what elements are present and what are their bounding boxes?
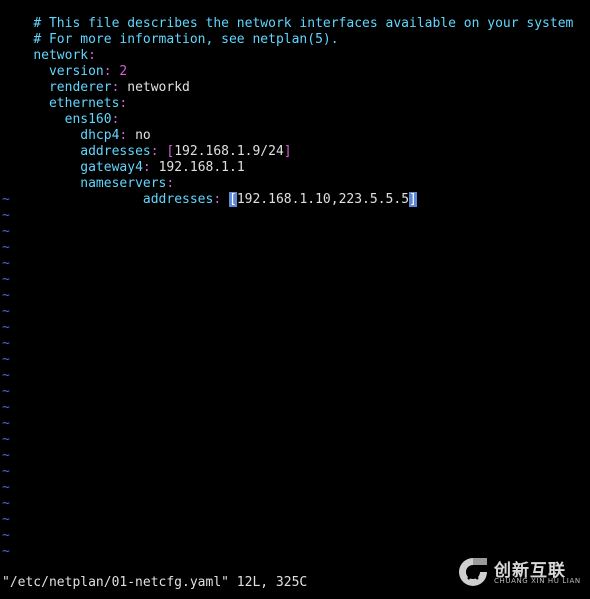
empty-line-tilde: ~ — [2, 272, 10, 287]
yaml-renderer-line: renderer: networkd — [2, 64, 190, 95]
empty-line-tilde: ~ — [2, 224, 10, 239]
yaml-dhcp4-line: dhcp4: no — [2, 112, 150, 143]
yaml-gateway4-line: gateway4: 192.168.1.1 — [2, 144, 244, 175]
ns-addresses-value: 192.168.1.10,223.5.5.5 — [236, 192, 410, 207]
empty-line-tilde: ~ — [2, 304, 10, 319]
empty-line-tilde: ~ — [2, 432, 10, 447]
comment-line-2: # For more information, see netplan(5). — [2, 16, 338, 47]
yaml-network-line: network: — [2, 32, 96, 63]
cursor-bracket-open[interactable]: [ — [229, 192, 237, 207]
empty-line-tilde: ~ — [2, 208, 10, 223]
empty-line-tilde: ~ — [2, 288, 10, 303]
empty-line-tilde: ~ — [2, 544, 10, 559]
yaml-ns-addresses-line: addresses: [192.168.1.10,223.5.5.5] — [2, 176, 417, 207]
yaml-addresses-line: addresses: [192.168.1.9/24] — [2, 128, 291, 159]
terminal-window[interactable]: # This file describes the network interf… — [0, 0, 590, 599]
yaml-ens160-line: ens160: — [2, 96, 120, 127]
empty-line-tilde: ~ — [2, 368, 10, 383]
close-bracket: ] — [283, 144, 292, 159]
comment-line-1: # This file describes the network interf… — [2, 0, 573, 31]
chuangxin-logo-icon — [459, 558, 487, 586]
watermark-logo: 创新互联 CHUANG XIN HU LIAN — [456, 553, 588, 593]
empty-line-tilde: ~ — [2, 192, 10, 207]
watermark-subtitle: CHUANG XIN HU LIAN — [494, 577, 581, 585]
empty-line-tilde: ~ — [2, 320, 10, 335]
empty-line-tilde: ~ — [2, 256, 10, 271]
yaml-version-line: version: 2 — [2, 48, 127, 79]
empty-line-tilde: ~ — [2, 480, 10, 495]
renderer-value: networkd — [127, 80, 190, 95]
colon: : — [119, 96, 128, 111]
colon: : — [213, 192, 229, 207]
empty-line-tilde: ~ — [2, 416, 10, 431]
empty-line-tilde: ~ — [2, 528, 10, 543]
empty-line-tilde: ~ — [2, 352, 10, 367]
empty-line-tilde: ~ — [2, 336, 10, 351]
empty-line-tilde: ~ — [2, 512, 10, 527]
empty-line-tilde: ~ — [2, 384, 10, 399]
yaml-ethernets-line: ethernets: — [2, 80, 127, 111]
empty-line-tilde: ~ — [2, 464, 10, 479]
match-bracket-close: ] — [409, 192, 417, 207]
empty-line-tilde: ~ — [2, 496, 10, 511]
empty-line-tilde: ~ — [2, 448, 10, 463]
ns-addresses-key: addresses — [142, 192, 214, 207]
vim-status-line: "/etc/netplan/01-netcfg.yaml" 12L, 325C — [2, 575, 308, 590]
yaml-nameservers-line: nameservers: — [2, 160, 174, 191]
empty-line-tilde: ~ — [2, 400, 10, 415]
empty-line-tilde: ~ — [2, 240, 10, 255]
